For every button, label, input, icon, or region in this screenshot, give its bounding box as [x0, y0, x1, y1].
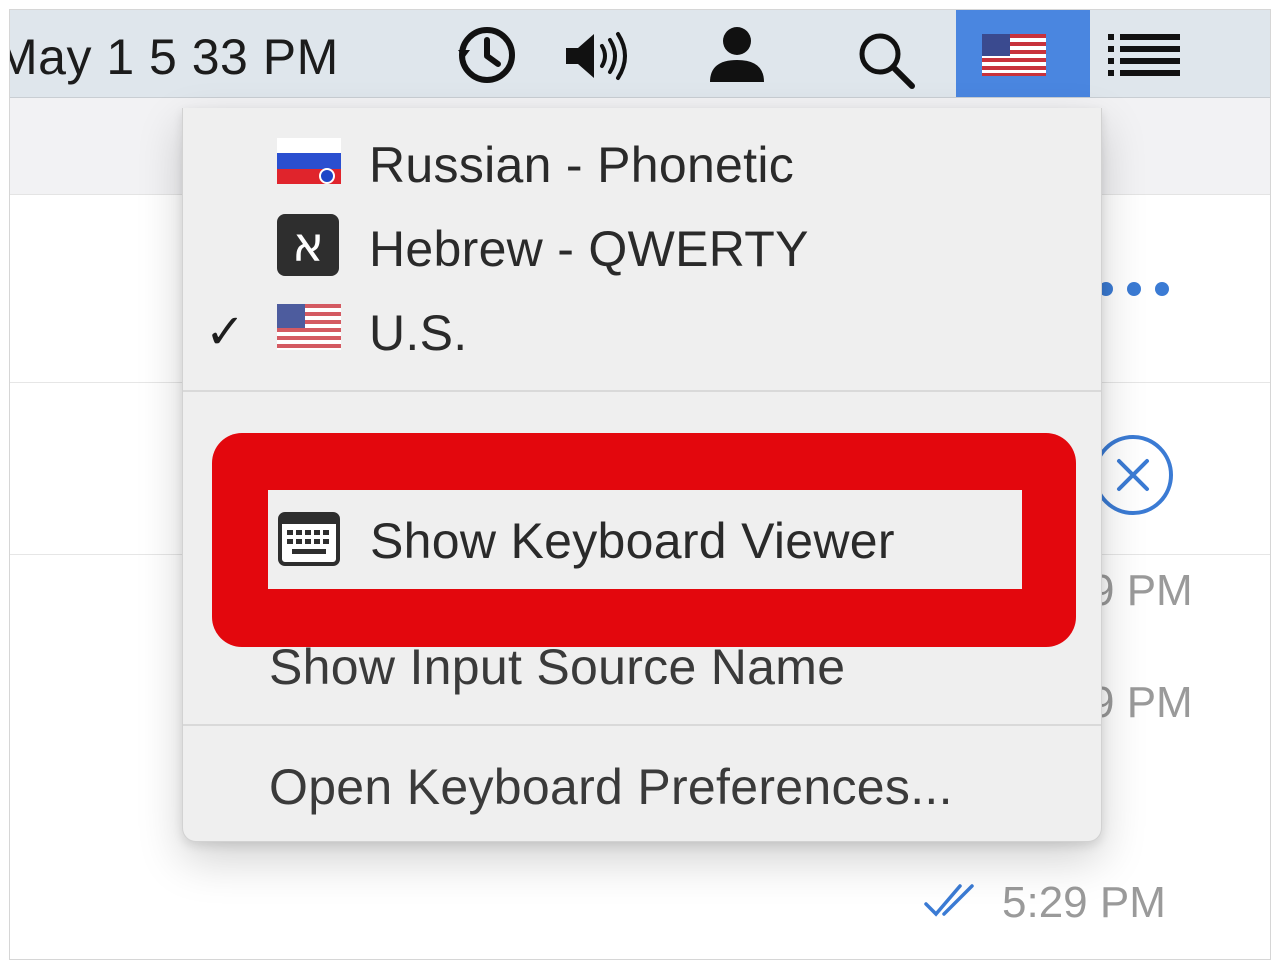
- input-menu-button[interactable]: [956, 10, 1090, 97]
- menu-separator: [183, 390, 1101, 392]
- menu-item-hebrew-qwerty[interactable]: א Hebrew - QWERTY: [183, 208, 1101, 288]
- search-icon[interactable]: [856, 30, 918, 92]
- menu-item-label: U.S.: [369, 305, 468, 361]
- double-check-icon: [924, 884, 974, 917]
- menu-item-label: Show Keyboard Viewer: [370, 513, 895, 569]
- menu-item-open-keyboard-preferences[interactable]: Open Keyboard Preferences...: [183, 746, 1101, 826]
- menubar-clock[interactable]: May 1 5 33 PM: [10, 28, 339, 86]
- more-icon[interactable]: [1096, 276, 1188, 302]
- keyboard-icon: [278, 512, 340, 566]
- menu-item-show-keyboard-viewer[interactable]: Show Keyboard Viewer: [268, 490, 1022, 589]
- user-icon[interactable]: [708, 24, 766, 84]
- menu-item-russian-phonetic[interactable]: Russian - Phonetic: [183, 124, 1101, 204]
- highlight-callout: Show Keyboard Viewer: [212, 433, 1076, 647]
- us-flag-icon: [277, 304, 341, 350]
- menu-item-label: Hebrew - QWERTY: [369, 221, 809, 277]
- menu-item-label: Russian - Phonetic: [369, 137, 795, 193]
- volume-icon[interactable]: [562, 28, 632, 84]
- time-machine-icon[interactable]: [456, 24, 518, 86]
- message-time: 5:29 PM: [1002, 878, 1166, 927]
- close-circle-icon[interactable]: [1090, 432, 1176, 518]
- menu-item-us[interactable]: U.S.: [183, 290, 1101, 370]
- menu-separator: [183, 724, 1101, 726]
- message-time: 9 PM: [1090, 678, 1193, 727]
- russian-flag-icon: [277, 138, 341, 184]
- menu-item-label: Open Keyboard Preferences...: [269, 759, 953, 815]
- list-icon[interactable]: [1108, 32, 1182, 78]
- menu-bar: May 1 5 33 PM: [10, 10, 1270, 98]
- message-time: 9 PM: [1090, 566, 1193, 615]
- hebrew-layout-icon: א: [277, 214, 339, 276]
- us-flag-icon: [982, 34, 1046, 76]
- screenshot-frame: May 1 5 33 PM 9 PM 9 PM 5:29 PM Russian …: [9, 9, 1271, 960]
